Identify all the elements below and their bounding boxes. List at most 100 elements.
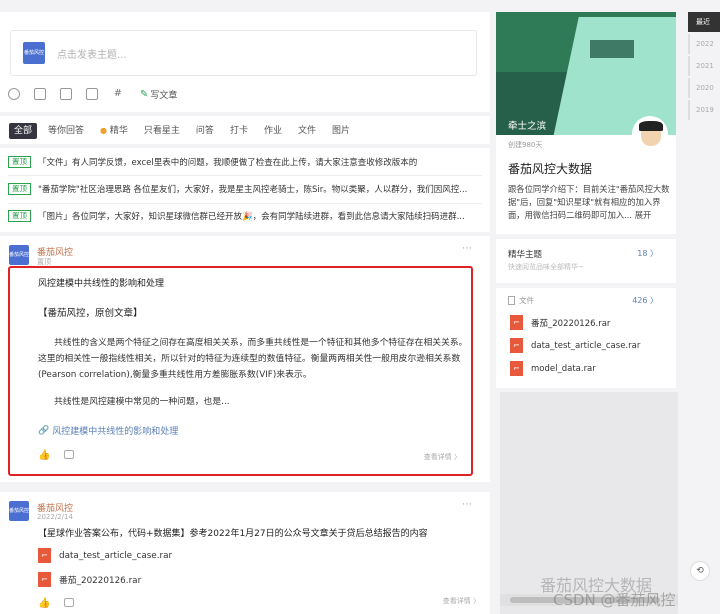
attachment[interactable]: ⌐ data_test_article_case.rar bbox=[38, 548, 172, 563]
tab-all[interactable]: 全部 bbox=[9, 123, 38, 139]
view-details-link[interactable]: 查看详情 〉 bbox=[424, 452, 461, 462]
owner-name[interactable]: 牵士之滨 bbox=[508, 118, 546, 132]
pinned-notice[interactable]: 置顶 「文件」有人同学反馈，excel里表中的问题，我顺便做了检查在此上传，请大… bbox=[8, 152, 478, 172]
tab-featured-label: 精华 bbox=[109, 126, 128, 136]
post-tagline: 【番茄风控，原创文章】 bbox=[38, 308, 143, 319]
post-title: 【星球作业答案公布，代码+数据集】参考2022年1月27日的公众号文章关于贷后总… bbox=[38, 529, 428, 539]
file-icon[interactable] bbox=[60, 88, 72, 100]
owner-avatar[interactable] bbox=[632, 116, 668, 152]
post-date: 2022/2/14 bbox=[37, 513, 73, 521]
post-card: 番茄风控 番茄风控 置顶 ⋯ 风控建模中共线性的影响和处理 【番茄风控，原创文章… bbox=[0, 236, 490, 482]
post-title: 风控建模中共线性的影响和处理 bbox=[38, 279, 165, 289]
featured-topics[interactable]: 精华主题 18 〉 快速阅览品味全部精华~ bbox=[496, 239, 676, 283]
tab-featured[interactable]: ● 精华 bbox=[95, 123, 133, 139]
file-icon: ⌐ bbox=[510, 361, 523, 376]
files-count[interactable]: 426 〉 bbox=[632, 295, 658, 306]
year-nav: 最近 2022 2021 2020 2019 bbox=[688, 12, 720, 122]
file-item[interactable]: ⌐ data_test_article_case.rar bbox=[510, 338, 640, 353]
file-name: data_test_article_case.rar bbox=[531, 340, 641, 351]
pinned-notice[interactable]: 置顶 "番茄学院"社区治理思路 各位星友们，大家好，我是星主风控老骑士，陈Sir… bbox=[8, 179, 478, 199]
tab-homework[interactable]: 作业 bbox=[259, 123, 287, 139]
link-icon: 🔗 bbox=[38, 425, 50, 436]
divider bbox=[8, 175, 482, 176]
write-article-button[interactable]: ✎ 写文章 bbox=[140, 88, 177, 101]
files-header[interactable]: 文件 bbox=[508, 295, 534, 306]
pen-icon: ✎ bbox=[140, 88, 149, 100]
post-body: 共线性的含义是两个特征之间存在高度相关关系，而多重共线性是一个特征和其他多个特征… bbox=[38, 338, 468, 380]
notice-text: "番茄学院"社区治理思路 各位星友们，大家好，我是星主风控老骑士，陈Sir。物以… bbox=[38, 185, 468, 195]
files-label: 文件 bbox=[519, 296, 534, 305]
filter-tabs-card: 全部 等你回答 ● 精华 只看星主 问答 打卡 作业 文件 图片 bbox=[0, 116, 490, 144]
group-description: 跟各位同学介绍下：目前关注"番茄风控大数据"后，回复"知识星球"就有相应的加入界… bbox=[508, 184, 670, 220]
created-days: 创建980天 bbox=[508, 141, 543, 149]
compose-toolbar: # ✎ 写文章 bbox=[8, 87, 177, 101]
back-to-top-button[interactable]: ⟲ bbox=[690, 561, 710, 581]
emoji-icon[interactable] bbox=[8, 88, 20, 100]
avatar[interactable]: 番茄风控 bbox=[9, 245, 29, 265]
document-icon bbox=[508, 296, 515, 305]
highlight-box: 风控建模中共线性的影响和处理 【番茄风控，原创文章】 共线性的含义是两个特征之间… bbox=[8, 266, 473, 476]
post-actions: 👍 bbox=[38, 450, 88, 461]
files-panel: 文件 426 〉 ⌐ 番茄_20220126.rar ⌐ data_test_a… bbox=[496, 288, 676, 388]
file-name: 番茄_20220126.rar bbox=[531, 318, 611, 329]
group-info-card: 牵士之滨 创建980天 番茄风控大数据 跟各位同学介绍下：目前关注"番茄风控大数… bbox=[496, 12, 676, 234]
image-icon[interactable] bbox=[34, 88, 46, 100]
year-item[interactable]: 最近 bbox=[688, 12, 720, 32]
pinned-tag: 置顶 bbox=[8, 210, 31, 222]
post-card: 番茄风控 番茄风控 2022/2/14 ⋯ 【星球作业答案公布，代码+数据集】参… bbox=[0, 492, 490, 614]
hashtag-icon[interactable]: # bbox=[112, 88, 124, 100]
divider bbox=[8, 203, 482, 204]
post-body-continued: 共线性是风控建模中常见的一种问题，也是... bbox=[54, 397, 230, 407]
year-item[interactable]: 2019 bbox=[688, 100, 720, 120]
post-actions: 👍 bbox=[38, 598, 88, 609]
watermark-line2: CSDN @番茄风控 bbox=[553, 591, 676, 609]
article-link-label: 风控建模中共线性的影响和处理 bbox=[52, 427, 179, 437]
featured-dot-icon: ● bbox=[100, 126, 108, 135]
file-icon: ⌐ bbox=[510, 338, 523, 353]
featured-subtitle: 快速阅览品味全部精华~ bbox=[508, 263, 584, 271]
compose-placeholder: 点击发表主题... bbox=[57, 50, 127, 61]
tab-waiting-answer[interactable]: 等你回答 bbox=[43, 123, 89, 139]
pinned-tag: 置顶 bbox=[8, 183, 31, 195]
year-item[interactable]: 2021 bbox=[688, 56, 720, 76]
like-icon[interactable]: 👍 bbox=[38, 450, 50, 461]
like-icon[interactable]: 👍 bbox=[38, 598, 50, 609]
comment-icon[interactable] bbox=[64, 450, 74, 459]
featured-count: 18 〉 bbox=[637, 249, 658, 258]
feed: 番茄风控 点击发表主题... # ✎ 写文章 全部 等你回答 ● 精华 只看星主… bbox=[0, 6, 490, 614]
composer-card: 番茄风控 点击发表主题... # ✎ 写文章 bbox=[0, 12, 490, 112]
tab-owner-only[interactable]: 只看星主 bbox=[139, 123, 185, 139]
pinned-tag: 置顶 bbox=[8, 156, 31, 168]
video-icon[interactable] bbox=[86, 88, 98, 100]
year-item[interactable]: 2020 bbox=[688, 78, 720, 98]
pinned-notices: 置顶 「文件」有人同学反馈，excel里表中的问题，我顺便做了检查在此上传，请大… bbox=[0, 148, 490, 232]
attachment[interactable]: ⌐ 番茄_20220126.rar bbox=[38, 572, 141, 587]
tab-images[interactable]: 图片 bbox=[327, 123, 355, 139]
tab-qa[interactable]: 问答 bbox=[191, 123, 219, 139]
attachment-name: data_test_article_case.rar bbox=[59, 550, 173, 561]
write-article-label: 写文章 bbox=[150, 90, 178, 101]
tab-files[interactable]: 文件 bbox=[293, 123, 321, 139]
file-icon: ⌐ bbox=[38, 572, 51, 587]
featured-label: 精华主题 bbox=[508, 250, 543, 260]
file-item[interactable]: ⌐ 番茄_20220126.rar bbox=[510, 315, 610, 330]
pinned-notice[interactable]: 置顶 「图片」各位同学，大家好，知识星球微信群已经开放🎉，会有同学陆续进群，看到… bbox=[8, 206, 478, 226]
file-icon: ⌐ bbox=[510, 315, 523, 330]
view-details-link[interactable]: 查看详情 〉 bbox=[443, 596, 480, 606]
notice-text: 「文件」有人同学反馈，excel里表中的问题，我顺便做了检查在此上传，请大家注意… bbox=[38, 158, 418, 168]
file-icon: ⌐ bbox=[38, 548, 51, 563]
group-title: 番茄风控大数据 bbox=[508, 162, 593, 176]
attachment-name: 番茄_20220126.rar bbox=[59, 576, 142, 586]
article-link[interactable]: 🔗 风控建模中共线性的影响和处理 bbox=[38, 424, 179, 438]
file-item[interactable]: ⌐ model_data.rar bbox=[510, 361, 596, 376]
tab-checkin[interactable]: 打卡 bbox=[225, 123, 253, 139]
year-item[interactable]: 2022 bbox=[688, 34, 720, 54]
file-name: model_data.rar bbox=[531, 363, 596, 374]
more-options-icon[interactable]: ⋯ bbox=[462, 499, 472, 510]
avatar[interactable]: 番茄风控 bbox=[9, 501, 29, 521]
notice-text: 「图片」各位同学，大家好，知识星球微信群已经开放🎉，会有同学陆续进群，看到此信息… bbox=[38, 212, 465, 222]
compose-input[interactable]: 番茄风控 点击发表主题... bbox=[10, 30, 477, 76]
comment-icon[interactable] bbox=[64, 598, 74, 607]
filter-tabs: 全部 等你回答 ● 精华 只看星主 问答 打卡 作业 文件 图片 bbox=[9, 123, 361, 139]
more-options-icon[interactable]: ⋯ bbox=[462, 243, 472, 254]
